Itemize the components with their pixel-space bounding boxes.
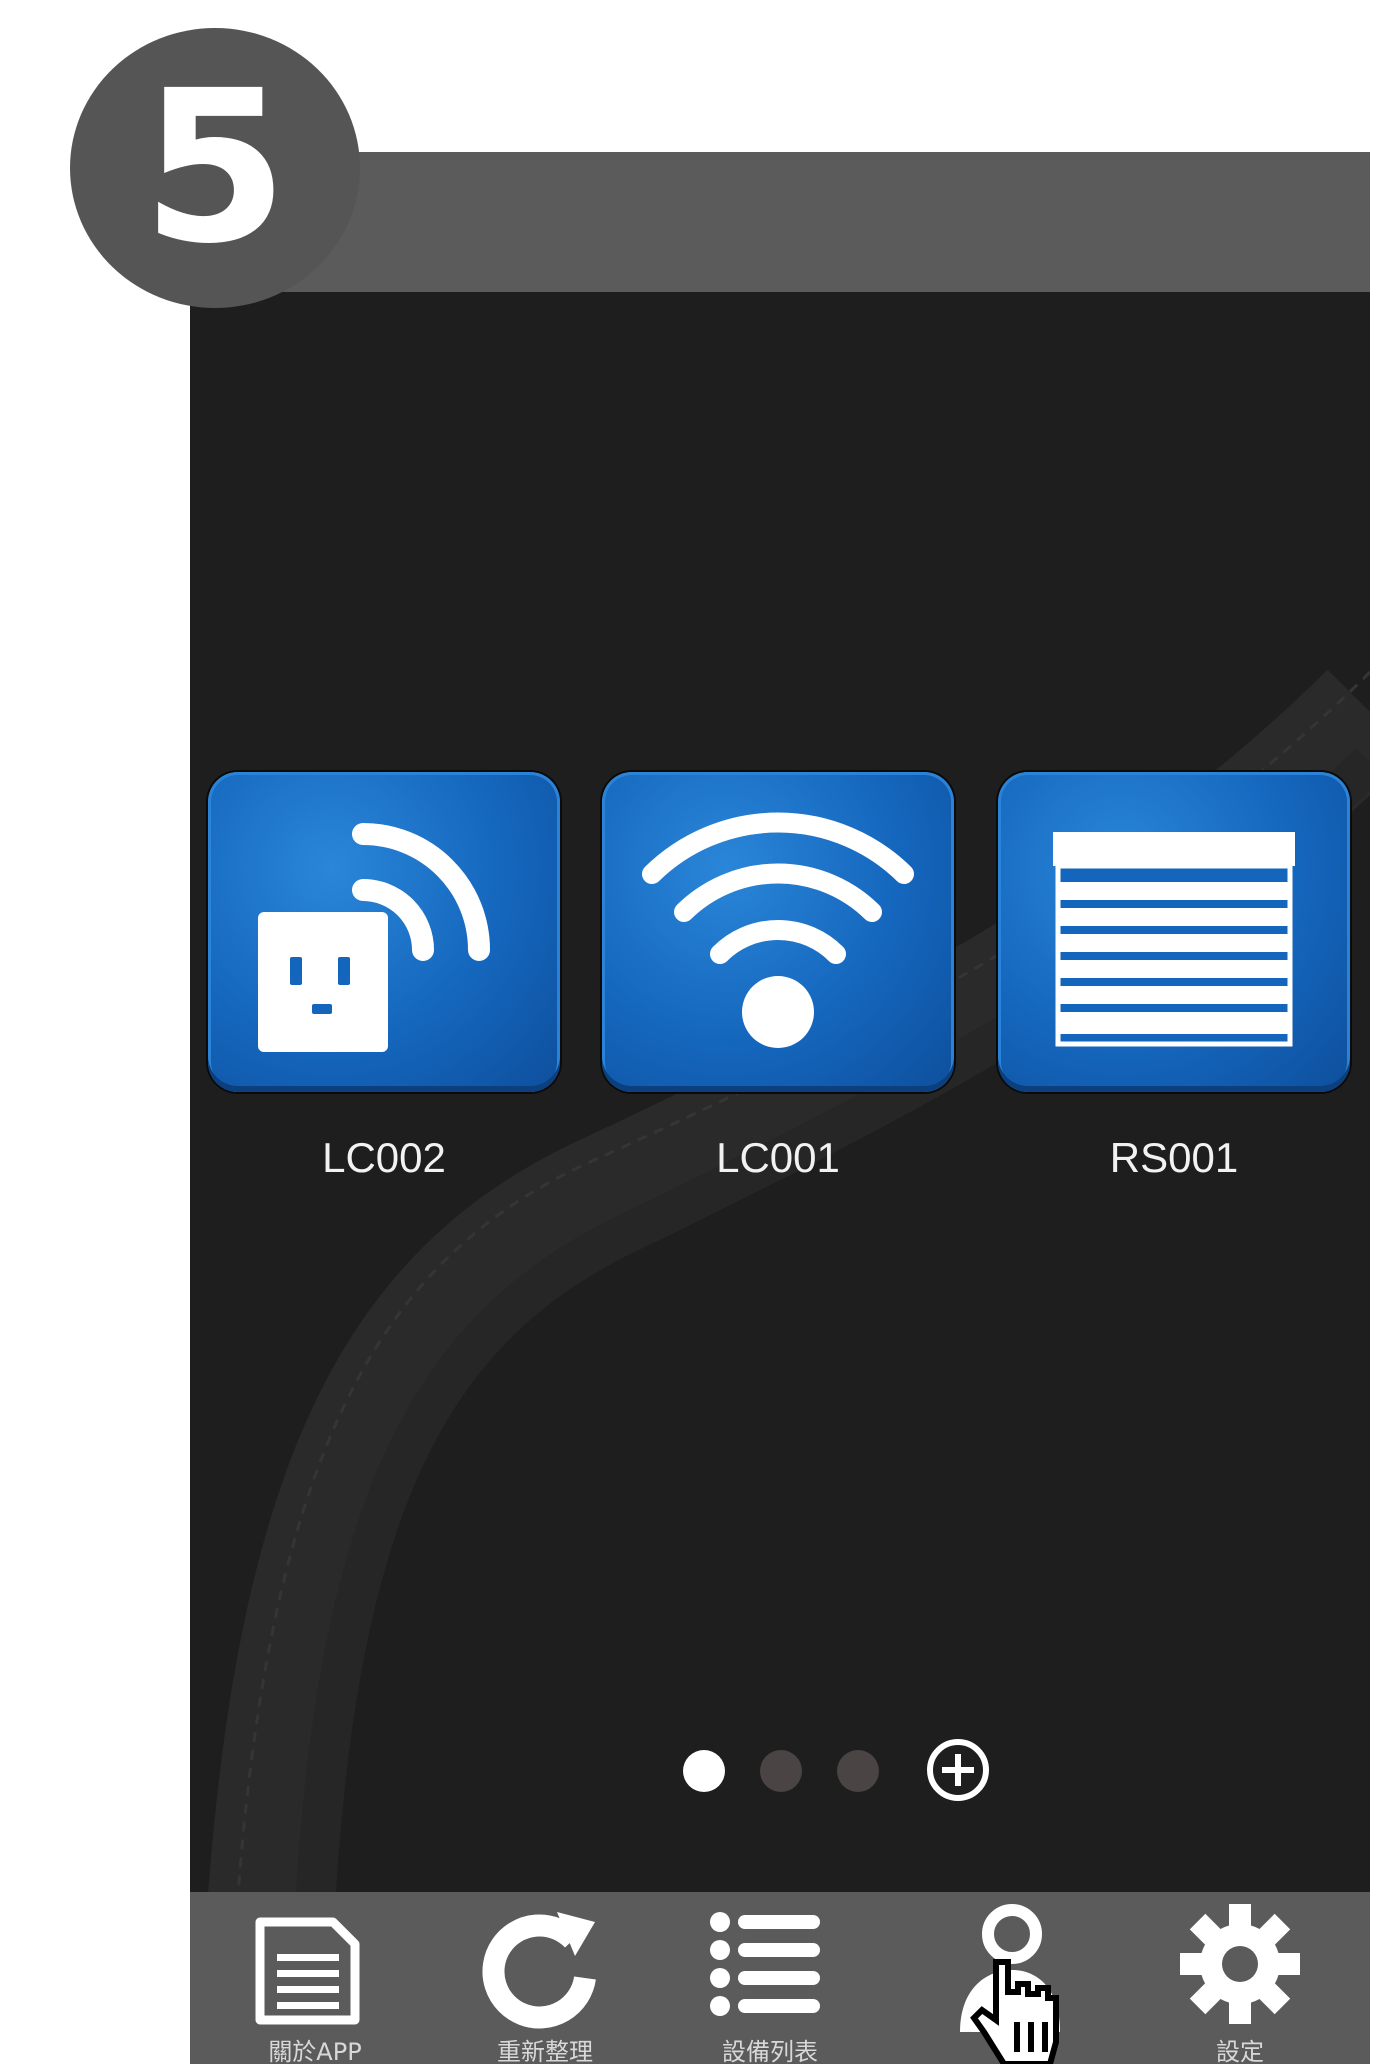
top-bar bbox=[190, 152, 1370, 292]
nav-label: 設備列表 bbox=[722, 2038, 818, 2064]
nav-settings[interactable]: 設定 bbox=[1140, 1892, 1340, 2064]
device-name: LC001 bbox=[716, 1134, 840, 1181]
smart-plug-icon bbox=[258, 823, 490, 1052]
bottom-nav-bar: 關於APP 重新整理 設備列表 設定 bbox=[190, 1892, 1370, 2064]
page-dot-3[interactable] bbox=[837, 1750, 879, 1792]
device-tile-button[interactable] bbox=[602, 772, 954, 1092]
device-name: LC002 bbox=[322, 1134, 446, 1181]
nav-label: 重新整理 bbox=[497, 2038, 593, 2064]
wifi-icon bbox=[642, 812, 914, 1048]
device-tile-lc002[interactable]: LC002 bbox=[208, 772, 560, 1182]
device-tile-rs001[interactable]: RS001 bbox=[998, 772, 1350, 1182]
nav-label: 設定 bbox=[1216, 2038, 1264, 2064]
device-tile-button[interactable] bbox=[998, 772, 1350, 1092]
nav-label: 關於APP bbox=[268, 2038, 362, 2064]
page-dot-1[interactable] bbox=[683, 1750, 725, 1792]
device-tile-lc001[interactable]: LC001 bbox=[602, 772, 954, 1182]
plus-circle-icon[interactable] bbox=[925, 1737, 991, 1803]
page-indicator bbox=[190, 1740, 1370, 1800]
step-number-badge: 5 bbox=[70, 28, 360, 308]
gear-icon bbox=[1180, 1904, 1300, 2024]
hand-cursor-icon bbox=[970, 1959, 1059, 2064]
list-icon bbox=[710, 1912, 820, 2016]
nav-about-app[interactable]: 關於APP bbox=[215, 1892, 415, 2064]
document-icon bbox=[255, 1917, 360, 2025]
nav-refresh[interactable]: 重新整理 bbox=[445, 1892, 645, 2064]
nav-user[interactable] bbox=[910, 1892, 1110, 2064]
page-dot-2[interactable] bbox=[760, 1750, 802, 1792]
roller-shutter-icon bbox=[1053, 832, 1295, 1047]
nav-device-list[interactable]: 設備列表 bbox=[670, 1892, 870, 2064]
refresh-icon bbox=[482, 1912, 596, 2029]
app-screen: LC002 LC001 RS001 關於APP 重新整理 設備列表 設定 bbox=[190, 152, 1370, 2064]
device-tile-button[interactable] bbox=[208, 772, 560, 1092]
device-name: RS001 bbox=[1109, 1134, 1239, 1181]
